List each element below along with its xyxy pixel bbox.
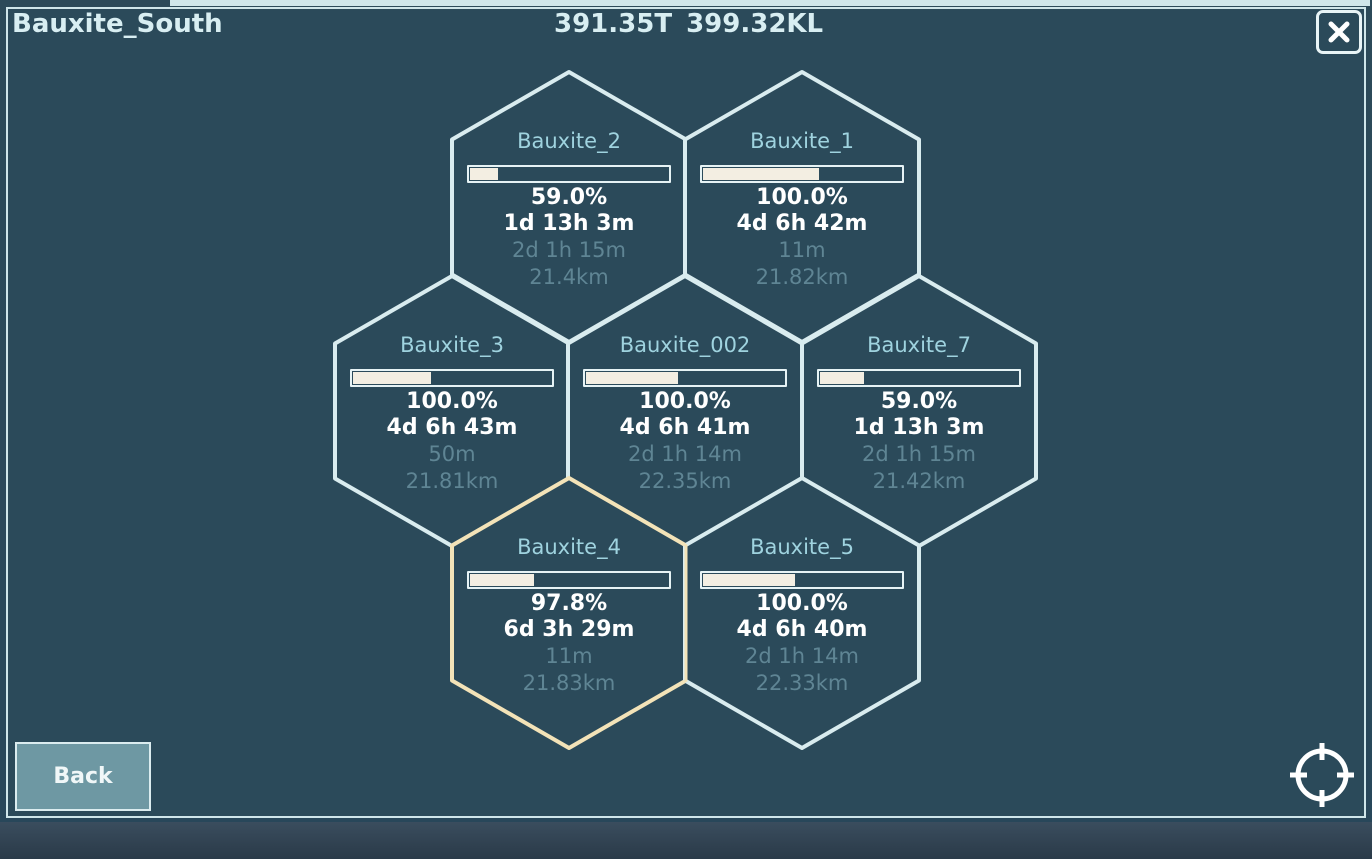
hex-name: Bauxite_3 (400, 333, 504, 357)
hex-info-bauxite_002: Bauxite_002 100.0% 4d 6h 41m 2d 1h 14m 2… (570, 333, 800, 495)
progress-bar-fill (703, 168, 819, 180)
hex-time-remaining: 6d 3h 29m (503, 617, 635, 642)
hex-info-bauxite_5: Bauxite_5 100.0% 4d 6h 40m 2d 1h 14m 22.… (687, 535, 917, 697)
hex-percent: 97.8% (530, 591, 608, 616)
hex-info-bauxite_4: Bauxite_4 97.8% 6d 3h 29m 11m 21.83km (454, 535, 684, 697)
screen: Bauxite_South 391.35T 399.32KL Bauxite_2 … (0, 0, 1372, 859)
hex-name: Bauxite_1 (750, 129, 854, 153)
hex-distance: 21.82km (755, 265, 849, 289)
hex-percent: 100.0% (756, 591, 848, 616)
hex-secondary-time: 2d 1h 15m (862, 442, 976, 466)
hex-secondary-time: 50m (428, 442, 476, 466)
hex-info-bauxite_2: Bauxite_2 59.0% 1d 13h 3m 2d 1h 15m 21.4… (454, 129, 684, 291)
hex-name: Bauxite_4 (517, 535, 621, 559)
hex-distance: 21.42km (872, 469, 966, 493)
back-button[interactable]: Back (15, 742, 151, 811)
progress-bar (350, 369, 554, 387)
hex-distance: 22.33km (755, 671, 849, 695)
progress-bar-fill (470, 574, 534, 586)
crosshair-icon (1290, 743, 1354, 807)
progress-bar-fill (353, 372, 431, 384)
progress-bar-fill (820, 372, 864, 384)
progress-bar-fill (470, 168, 498, 180)
hex-name: Bauxite_002 (619, 333, 751, 357)
hex-secondary-time: 2d 1h 15m (512, 238, 626, 262)
hex-distance: 21.83km (522, 671, 616, 695)
locate-button[interactable] (1287, 740, 1357, 810)
progress-bar (700, 571, 904, 589)
hex-time-remaining: 4d 6h 40m (736, 617, 868, 642)
hex-percent: 100.0% (639, 389, 731, 414)
hex-percent: 100.0% (756, 185, 848, 210)
hex-time-remaining: 4d 6h 43m (386, 415, 518, 440)
hex-distance: 22.35km (638, 469, 732, 493)
hex-time-remaining: 4d 6h 41m (619, 415, 751, 440)
hex-time-remaining: 1d 13h 3m (503, 211, 635, 236)
progress-bar (817, 369, 1021, 387)
progress-bar-fill (586, 372, 678, 384)
hex-info-bauxite_7: Bauxite_7 59.0% 1d 13h 3m 2d 1h 15m 21.4… (804, 333, 1034, 495)
hex-secondary-time: 11m (545, 644, 593, 668)
progress-bar (467, 571, 671, 589)
hex-distance: 21.4km (529, 265, 609, 289)
progress-bar-fill (703, 574, 795, 586)
hex-percent: 59.0% (530, 185, 608, 210)
progress-bar (583, 369, 787, 387)
hex-info-bauxite_3: Bauxite_3 100.0% 4d 6h 43m 50m 21.81km (337, 333, 567, 495)
progress-bar (700, 165, 904, 183)
hex-percent: 59.0% (880, 389, 958, 414)
hex-secondary-time: 2d 1h 14m (628, 442, 742, 466)
hex-distance: 21.81km (405, 469, 499, 493)
progress-bar (467, 165, 671, 183)
hex-secondary-time: 2d 1h 14m (745, 644, 859, 668)
hex-name: Bauxite_7 (867, 333, 971, 357)
hex-name: Bauxite_2 (517, 129, 621, 153)
hex-percent: 100.0% (406, 389, 498, 414)
hex-name: Bauxite_5 (750, 535, 854, 559)
hex-time-remaining: 1d 13h 3m (853, 415, 985, 440)
hex-time-remaining: 4d 6h 42m (736, 211, 868, 236)
hex-secondary-time: 11m (778, 238, 826, 262)
hex-info-bauxite_1: Bauxite_1 100.0% 4d 6h 42m 11m 21.82km (687, 129, 917, 291)
